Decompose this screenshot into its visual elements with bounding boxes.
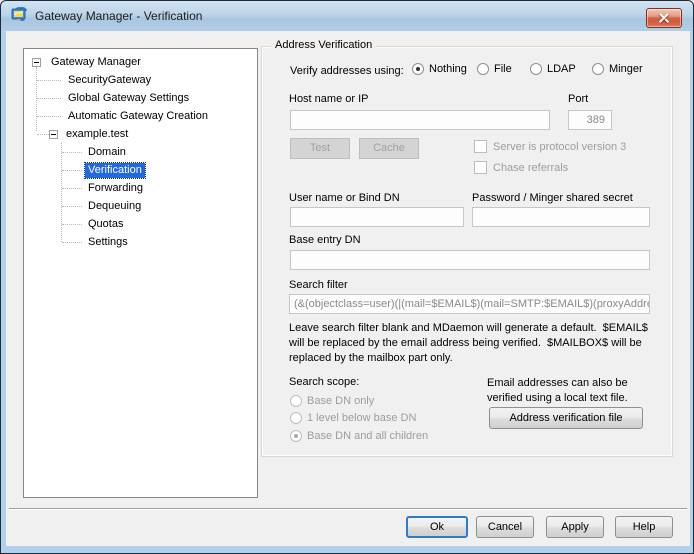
- collapse-icon[interactable]: [49, 130, 58, 139]
- local-file-note: Email addresses can also be verified usi…: [487, 376, 662, 406]
- radio-label: Minger: [609, 63, 643, 75]
- tree-item-label[interactable]: Forwarding: [85, 181, 146, 196]
- navigation-tree[interactable]: Gateway Manager SecurityGateway Global G…: [23, 48, 258, 498]
- footer-separator: [9, 508, 687, 510]
- dialog-client-area: Gateway Manager SecurityGateway Global G…: [6, 31, 690, 546]
- tree-item-label[interactable]: SecurityGateway: [65, 73, 154, 88]
- tree-connector: [62, 242, 82, 243]
- search-filter-note: Leave search filter blank and MDaemon wi…: [289, 321, 681, 366]
- tree-item-domain[interactable]: Domain: [24, 143, 257, 161]
- radio-label: File: [494, 63, 512, 75]
- title-bar[interactable]: Gateway Manager - Verification: [1, 1, 693, 31]
- collapse-icon[interactable]: [32, 58, 41, 67]
- tree-item-label[interactable]: Settings: [85, 235, 131, 250]
- tree-connector: [62, 224, 82, 225]
- radio-file[interactable]: File: [477, 63, 512, 75]
- radio-label: LDAP: [547, 63, 576, 75]
- checkbox-icon[interactable]: [474, 140, 487, 153]
- password-input[interactable]: [472, 207, 650, 227]
- radio-label: Nothing: [429, 63, 467, 75]
- port-label: Port: [568, 93, 588, 105]
- app-monitor-icon: [10, 7, 28, 25]
- address-verification-group: Address Verification Verify addresses us…: [261, 46, 673, 457]
- base-dn-input[interactable]: [290, 250, 650, 270]
- tree-item-quotas[interactable]: Quotas: [24, 215, 257, 233]
- tree-item-label[interactable]: Gateway Manager: [48, 55, 144, 70]
- username-input[interactable]: [290, 207, 464, 227]
- radio-label: 1 level below base DN: [307, 412, 416, 424]
- checkbox-label: Chase referrals: [493, 162, 568, 174]
- tree-item-settings[interactable]: Settings: [24, 233, 257, 251]
- tree-item-label[interactable]: example.test: [63, 127, 131, 142]
- radio-icon[interactable]: [530, 63, 542, 75]
- radio-label: Base DN only: [307, 395, 374, 407]
- tree-item-example-test[interactable]: example.test: [24, 125, 257, 143]
- search-scope-label: Search scope:: [289, 376, 359, 388]
- radio-selected-icon[interactable]: [290, 430, 302, 442]
- tree-item-dequeuing[interactable]: Dequeuing: [24, 197, 257, 215]
- radio-icon[interactable]: [290, 412, 302, 424]
- checkbox-label: Server is protocol version 3: [493, 141, 626, 153]
- tree-item-forwarding[interactable]: Forwarding: [24, 179, 257, 197]
- radio-icon[interactable]: [477, 63, 489, 75]
- search-filter-input[interactable]: (&(objectclass=user)(|(mail=$EMAIL$)(mai…: [289, 294, 650, 314]
- radio-selected-icon[interactable]: [412, 63, 424, 75]
- radio-icon[interactable]: [592, 63, 604, 75]
- radio-nothing[interactable]: Nothing: [412, 63, 467, 75]
- checkbox-icon[interactable]: [474, 161, 487, 174]
- tree-item-label[interactable]: Quotas: [85, 217, 126, 232]
- window-title: Gateway Manager - Verification: [35, 9, 202, 23]
- ok-button[interactable]: Ok: [406, 516, 468, 538]
- tree-connector: [37, 80, 61, 81]
- group-title: Address Verification: [271, 39, 376, 51]
- tree-connector: [62, 152, 82, 153]
- tree-connector: [62, 170, 82, 171]
- search-filter-label: Search filter: [289, 279, 348, 291]
- tree-item-gateway-manager[interactable]: Gateway Manager: [24, 53, 257, 71]
- checkbox-chase-referrals[interactable]: Chase referrals: [474, 161, 568, 174]
- tree-item-global-gateway-settings[interactable]: Global Gateway Settings: [24, 89, 257, 107]
- tree-item-label[interactable]: Domain: [85, 145, 129, 160]
- verify-addresses-label: Verify addresses using:: [290, 65, 404, 77]
- close-button[interactable]: [646, 8, 682, 28]
- radio-one-level-below[interactable]: 1 level below base DN: [290, 412, 416, 424]
- tree-item-label[interactable]: Verification: [85, 163, 145, 178]
- close-icon: [659, 13, 669, 23]
- host-label: Host name or IP: [289, 93, 368, 105]
- radio-base-dn-only[interactable]: Base DN only: [290, 395, 374, 407]
- tree-connector: [37, 116, 61, 117]
- tree-connector: [37, 134, 49, 135]
- username-label: User name or Bind DN: [289, 192, 400, 204]
- tree-connector: [37, 98, 61, 99]
- radio-icon[interactable]: [290, 395, 302, 407]
- test-button[interactable]: Test: [290, 138, 350, 159]
- password-label: Password / Minger shared secret: [472, 192, 633, 204]
- help-button[interactable]: Help: [615, 516, 673, 538]
- base-dn-label: Base entry DN: [289, 234, 361, 246]
- cache-button[interactable]: Cache: [359, 138, 419, 159]
- radio-ldap[interactable]: LDAP: [530, 63, 576, 75]
- tree-item-automatic-gateway-creation[interactable]: Automatic Gateway Creation: [24, 107, 257, 125]
- tree-item-label[interactable]: Dequeuing: [85, 199, 144, 214]
- tree-connector: [62, 206, 82, 207]
- cancel-button[interactable]: Cancel: [476, 516, 534, 538]
- host-input[interactable]: [290, 110, 550, 130]
- checkbox-protocol-version-3[interactable]: Server is protocol version 3: [474, 140, 626, 153]
- apply-button[interactable]: Apply: [546, 516, 604, 538]
- radio-minger[interactable]: Minger: [592, 63, 643, 75]
- radio-label: Base DN and all children: [307, 430, 428, 442]
- address-verification-file-button[interactable]: Address verification file: [489, 407, 643, 429]
- tree-item-verification-selected[interactable]: Verification: [24, 161, 257, 179]
- tree-item-label[interactable]: Global Gateway Settings: [65, 91, 192, 106]
- tree-item-securitygateway[interactable]: SecurityGateway: [24, 71, 257, 89]
- radio-base-dn-all-children[interactable]: Base DN and all children: [290, 430, 428, 442]
- dialog-window: Gateway Manager - Verification Gateway M…: [0, 0, 694, 554]
- tree-item-label[interactable]: Automatic Gateway Creation: [65, 109, 211, 124]
- port-input[interactable]: 389: [568, 110, 612, 130]
- tree-connector: [62, 188, 82, 189]
